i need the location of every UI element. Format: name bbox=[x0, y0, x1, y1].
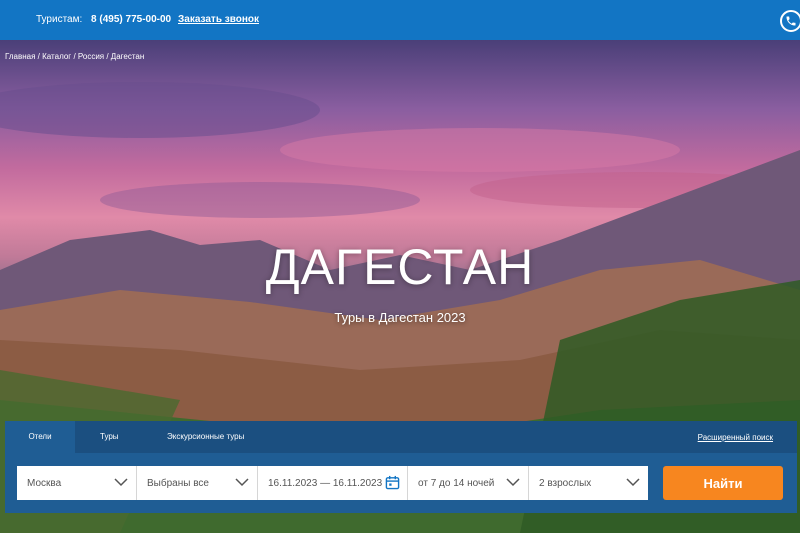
chevron-down-icon bbox=[114, 478, 128, 487]
breadcrumb-home[interactable]: Главная bbox=[5, 52, 35, 61]
callback-link[interactable]: Заказать звонок bbox=[178, 14, 259, 25]
advanced-search-link[interactable]: Расширенный поиск bbox=[698, 433, 773, 442]
date-range-value: 16.11.2023 — 16.11.2023 bbox=[268, 478, 383, 489]
phone-icon bbox=[786, 16, 796, 26]
date-range-field[interactable]: 16.11.2023 — 16.11.2023 bbox=[258, 466, 408, 500]
search-panel: Отели Туры Экскурсионные туры Расширенны… bbox=[5, 421, 797, 513]
page-title: ДАГЕСТАН bbox=[265, 239, 535, 295]
destination-select[interactable]: Выбраны все bbox=[137, 466, 258, 500]
guests-value: 2 взрослых bbox=[539, 478, 592, 489]
guests-select[interactable]: 2 взрослых bbox=[529, 466, 648, 500]
breadcrumb: Главная / Каталог / Россия / Дагестан bbox=[5, 52, 145, 61]
page-subtitle: Туры в Дагестан 2023 bbox=[334, 310, 466, 325]
tourists-label: Туристам: bbox=[36, 14, 83, 25]
hero-section: Главная / Каталог / Россия / Дагестан ДА… bbox=[0, 40, 800, 533]
tab-tours[interactable]: Туры bbox=[100, 421, 119, 453]
search-tabs: Отели Туры Экскурсионные туры Расширенны… bbox=[5, 421, 797, 453]
chevron-down-icon bbox=[626, 478, 640, 487]
nights-value: от 7 до 14 ночей bbox=[418, 478, 495, 489]
top-bar: Туристам: 8 (495) 775-00-00 Заказать зво… bbox=[0, 0, 800, 40]
tab-hotels[interactable]: Отели bbox=[5, 421, 75, 453]
tourist-contact: Туристам: 8 (495) 775-00-00 bbox=[36, 14, 171, 25]
phone-number[interactable]: 8 (495) 775-00-00 bbox=[91, 14, 171, 25]
breadcrumb-current: Дагестан bbox=[110, 52, 145, 61]
destination-value: Выбраны все bbox=[147, 478, 209, 489]
breadcrumb-russia[interactable]: Россия bbox=[78, 52, 104, 61]
nights-select[interactable]: от 7 до 14 ночей bbox=[408, 466, 529, 500]
calendar-icon[interactable] bbox=[385, 475, 400, 490]
departure-select[interactable]: Москва bbox=[17, 466, 137, 500]
chevron-down-icon bbox=[506, 478, 520, 487]
departure-value: Москва bbox=[27, 478, 62, 489]
breadcrumb-catalog[interactable]: Каталог bbox=[42, 52, 71, 61]
chevron-down-icon bbox=[235, 478, 249, 487]
search-button[interactable]: Найти bbox=[663, 466, 783, 500]
tab-excursion-tours[interactable]: Экскурсионные туры bbox=[167, 421, 244, 453]
phone-button[interactable] bbox=[780, 10, 800, 32]
